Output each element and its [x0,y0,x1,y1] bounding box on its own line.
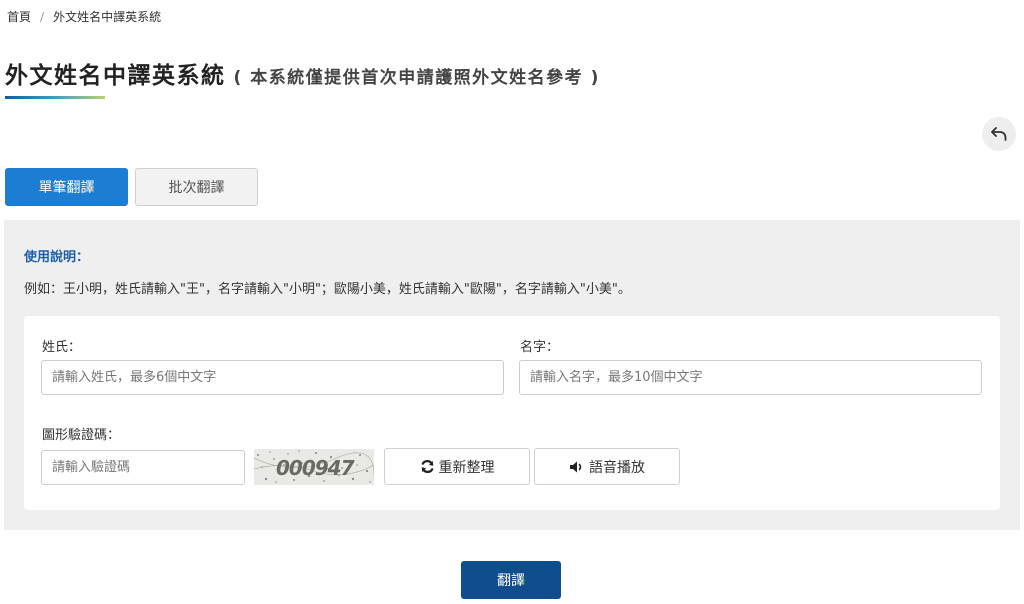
captcha-code-text: 000947 [276,456,355,480]
captcha-input[interactable] [41,450,245,485]
breadcrumb-separator: / [40,9,45,24]
usage-example-text: 例如：王小明，姓氏請輸入"王"，名字請輸入"小明"；歐陽小美，姓氏請輸入"歐陽"… [24,282,631,297]
page-title: 外文姓名中譯英系統 [5,63,226,89]
tab-batch-translation[interactable]: 批次翻譯 [135,168,258,206]
translation-mode-tabs: 單筆翻譯 批次翻譯 [5,168,258,206]
refresh-icon [421,459,433,474]
back-button[interactable] [982,117,1016,151]
captcha-noise-graphic: 000947 [254,449,374,485]
givenname-label: 名字： [520,340,560,355]
captcha-image: 000947 [254,449,374,485]
givenname-input[interactable] [519,360,982,395]
breadcrumb: 首頁 / 外文姓名中譯英系統 [7,8,161,25]
translate-submit-button[interactable]: 翻譯 [461,561,561,599]
speaker-icon [570,461,582,472]
usage-title: 使用說明： [24,250,90,265]
captcha-label: 圖形驗證碼： [42,428,121,443]
form-card: 姓氏： 名字： 圖形驗證碼： [24,316,1000,510]
surname-label: 姓氏： [42,340,82,355]
breadcrumb-current: 外文姓名中譯英系統 [53,10,162,24]
audio-captcha-button[interactable]: 語音播放 [534,448,680,485]
refresh-captcha-button[interactable]: 重新整理 [384,448,530,485]
page-heading: 外文姓名中譯英系統 ( 本系統僅提供首次申請護照外文姓名參考 ) [5,56,600,90]
page-subtitle: ( 本系統僅提供首次申請護照外文姓名參考 ) [233,68,600,88]
form-panel: 使用說明： 例如：王小明，姓氏請輸入"王"，名字請輸入"小明"；歐陽小美，姓氏請… [4,220,1020,530]
undo-arrow-icon [991,127,1007,141]
refresh-label: 重新整理 [438,459,495,476]
breadcrumb-home-link[interactable]: 首頁 [7,8,31,25]
title-underline [5,96,105,99]
surname-input[interactable] [41,360,504,395]
audio-label: 語音播放 [589,459,645,476]
tab-single-translation[interactable]: 單筆翻譯 [5,168,128,206]
